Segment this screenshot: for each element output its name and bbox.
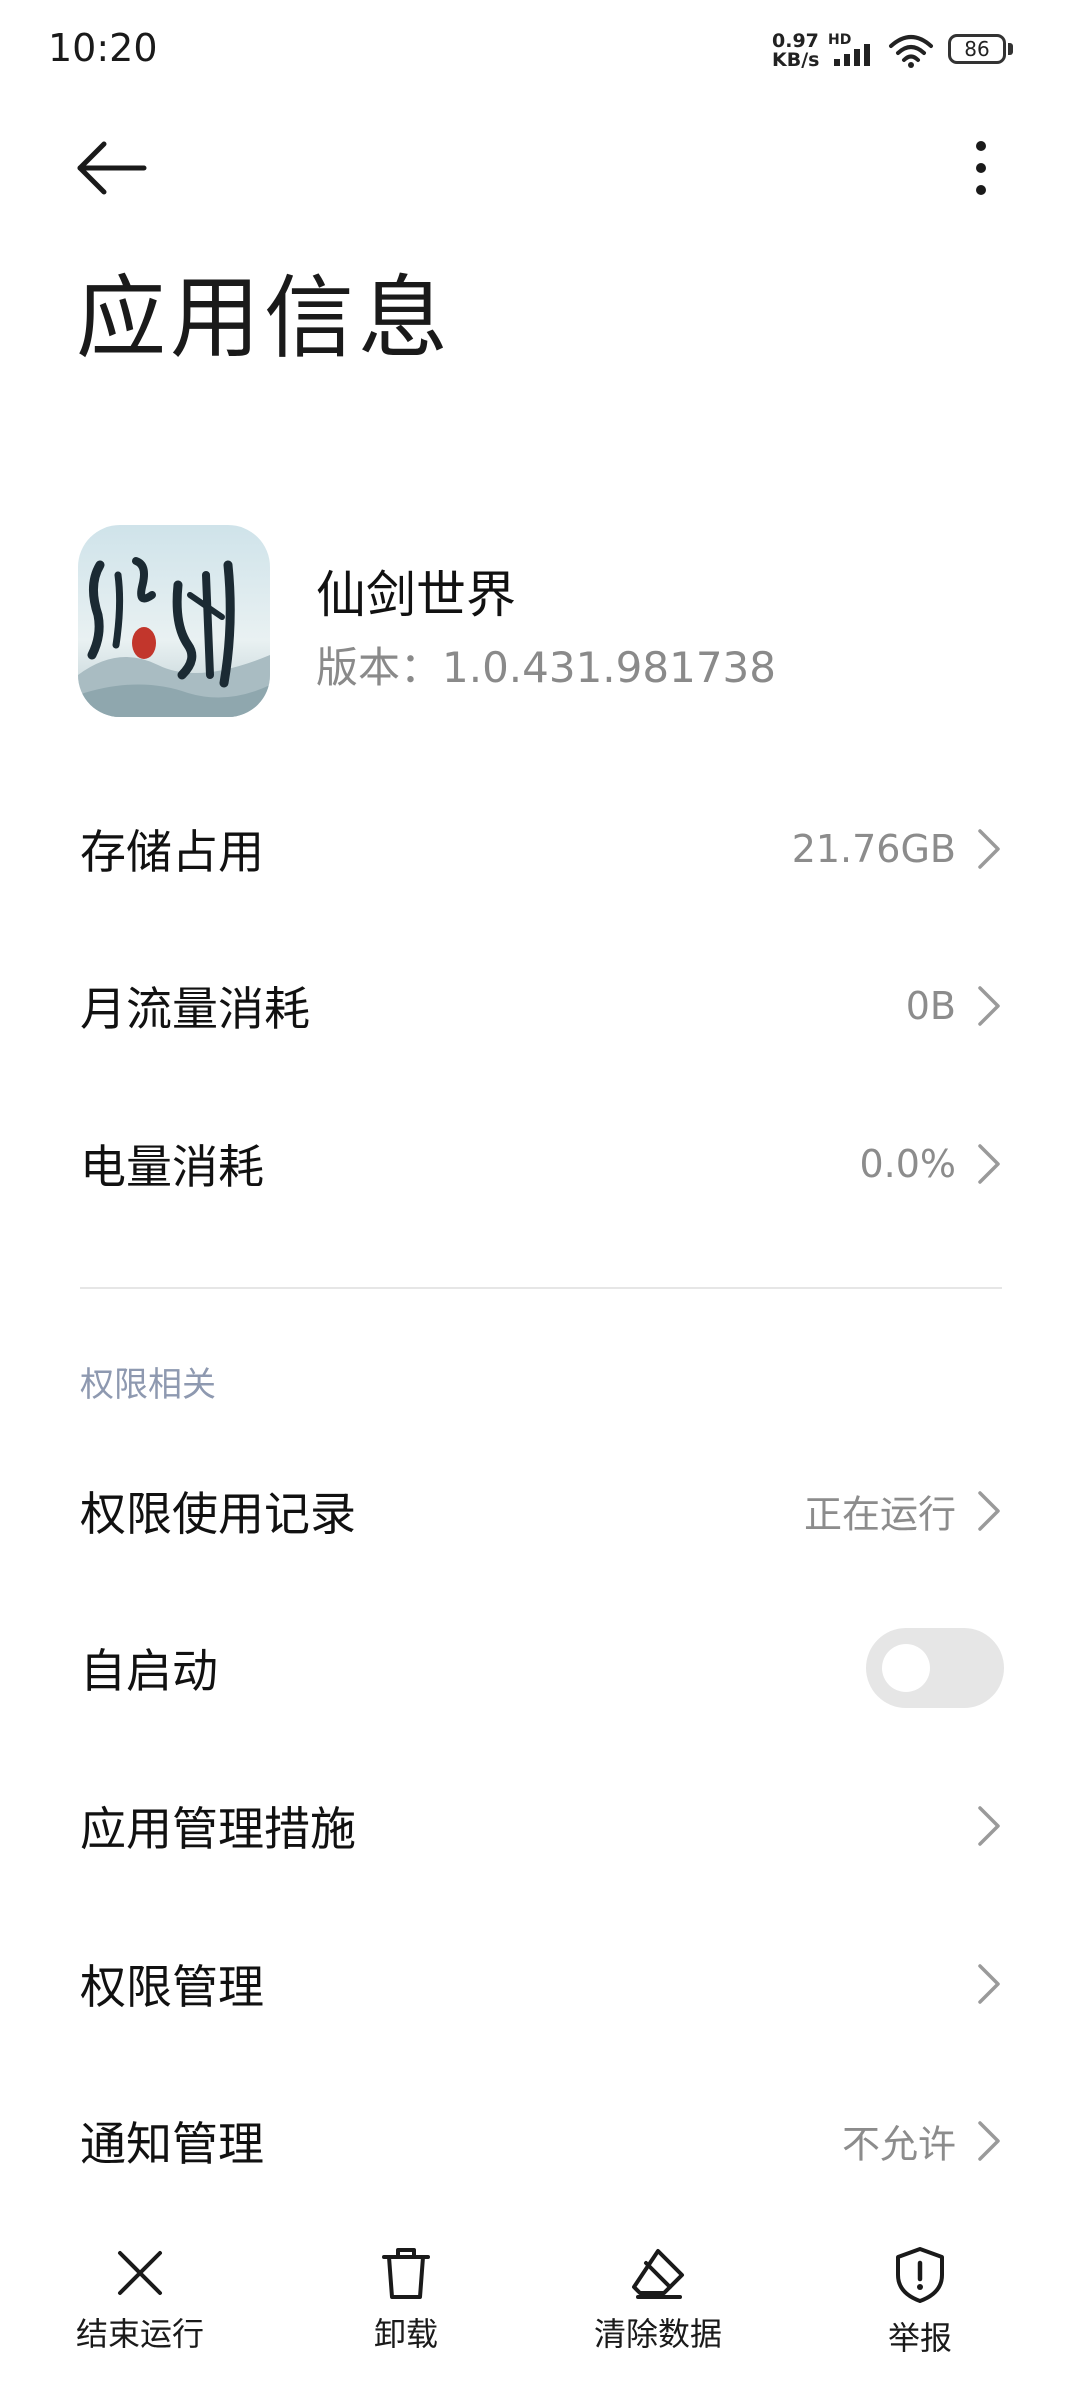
autostart-toggle[interactable]	[866, 1628, 1004, 1708]
app-name: 仙剑世界	[316, 566, 516, 624]
status-bar: 10:20 0.97 KB/s HD 86	[0, 0, 1080, 100]
row-storage[interactable]: 存储占用 21.76GB	[0, 770, 1080, 928]
shield-alert-icon	[896, 2247, 944, 2303]
eraser-icon	[632, 2249, 684, 2299]
clear-data-button[interactable]: 清除数据	[538, 2210, 778, 2360]
signal-icon	[834, 44, 870, 66]
app-version: 版本：1.0.431.981738	[316, 643, 776, 692]
action-label: 结束运行	[75, 2315, 204, 2353]
row-data-usage[interactable]: 月流量消耗 0B	[0, 927, 1080, 1085]
row-label: 自启动	[80, 1644, 218, 1698]
toggle-knob	[882, 1644, 930, 1692]
row-value: 正在运行	[803, 1492, 956, 1537]
chevron-right-icon	[978, 1144, 1000, 1184]
bottom-action-bar: 结束运行 卸载 清除数据 举报	[0, 2210, 1080, 2400]
report-button[interactable]: 举报	[800, 2210, 1040, 2360]
section-header-permissions: 权限相关	[80, 1365, 216, 1405]
row-permission-usage-log[interactable]: 权限使用记录 正在运行	[0, 1432, 1080, 1590]
trash-icon	[382, 2248, 430, 2299]
row-label: 月流量消耗	[80, 982, 310, 1036]
row-battery-usage[interactable]: 电量消耗 0.0%	[0, 1085, 1080, 1243]
xianjian-app-icon	[78, 525, 270, 717]
chevron-right-icon	[978, 829, 1000, 869]
row-label: 电量消耗	[80, 1140, 264, 1194]
chevron-right-icon	[978, 2121, 1000, 2161]
network-speed-unit: KB/s	[772, 49, 820, 71]
more-vertical-icon	[976, 141, 986, 195]
page-title: 应用信息	[76, 266, 452, 371]
section-divider	[80, 1287, 1002, 1289]
app-info-screen: 10:20 0.97 KB/s HD 86 应用信息 仙剑世界 版本：1.0.4…	[0, 0, 1080, 2400]
network-speed: 0.97 KB/s	[772, 32, 819, 70]
status-time: 10:20	[48, 26, 158, 70]
battery-icon: 86	[948, 34, 1006, 64]
row-label: 权限使用记录	[80, 1487, 356, 1541]
uninstall-button[interactable]: 卸载	[286, 2210, 526, 2360]
action-label: 举报	[887, 2319, 952, 2357]
row-value: 0.0%	[859, 1142, 956, 1186]
close-icon	[118, 2251, 162, 2295]
chevron-right-icon	[978, 1964, 1000, 2004]
row-label: 权限管理	[80, 1960, 264, 2014]
battery-level: 86	[964, 37, 990, 61]
row-label: 存储占用	[80, 825, 264, 879]
row-value: 0B	[905, 984, 956, 1028]
chevron-right-icon	[978, 1806, 1000, 1846]
row-label: 通知管理	[80, 2117, 264, 2171]
chevron-right-icon	[978, 986, 1000, 1026]
row-autostart: 自启动	[0, 1589, 1080, 1747]
row-label: 应用管理措施	[80, 1802, 356, 1856]
more-options-button[interactable]	[956, 128, 1006, 208]
back-button[interactable]	[64, 128, 160, 208]
action-label: 清除数据	[593, 2315, 722, 2353]
chevron-right-icon	[978, 1491, 1000, 1531]
row-app-management[interactable]: 应用管理措施	[0, 1747, 1080, 1905]
action-label: 卸载	[373, 2315, 438, 2353]
row-value: 21.76GB	[791, 827, 956, 871]
arrow-left-icon	[77, 141, 147, 195]
wifi-icon	[889, 35, 933, 68]
row-permission-management[interactable]: 权限管理	[0, 1905, 1080, 2063]
row-notification-management[interactable]: 通知管理 不允许	[0, 2062, 1080, 2220]
row-value: 不允许	[841, 2122, 956, 2167]
force-stop-button[interactable]: 结束运行	[20, 2210, 260, 2360]
battery-tip	[1008, 43, 1013, 55]
app-icon	[78, 525, 270, 717]
